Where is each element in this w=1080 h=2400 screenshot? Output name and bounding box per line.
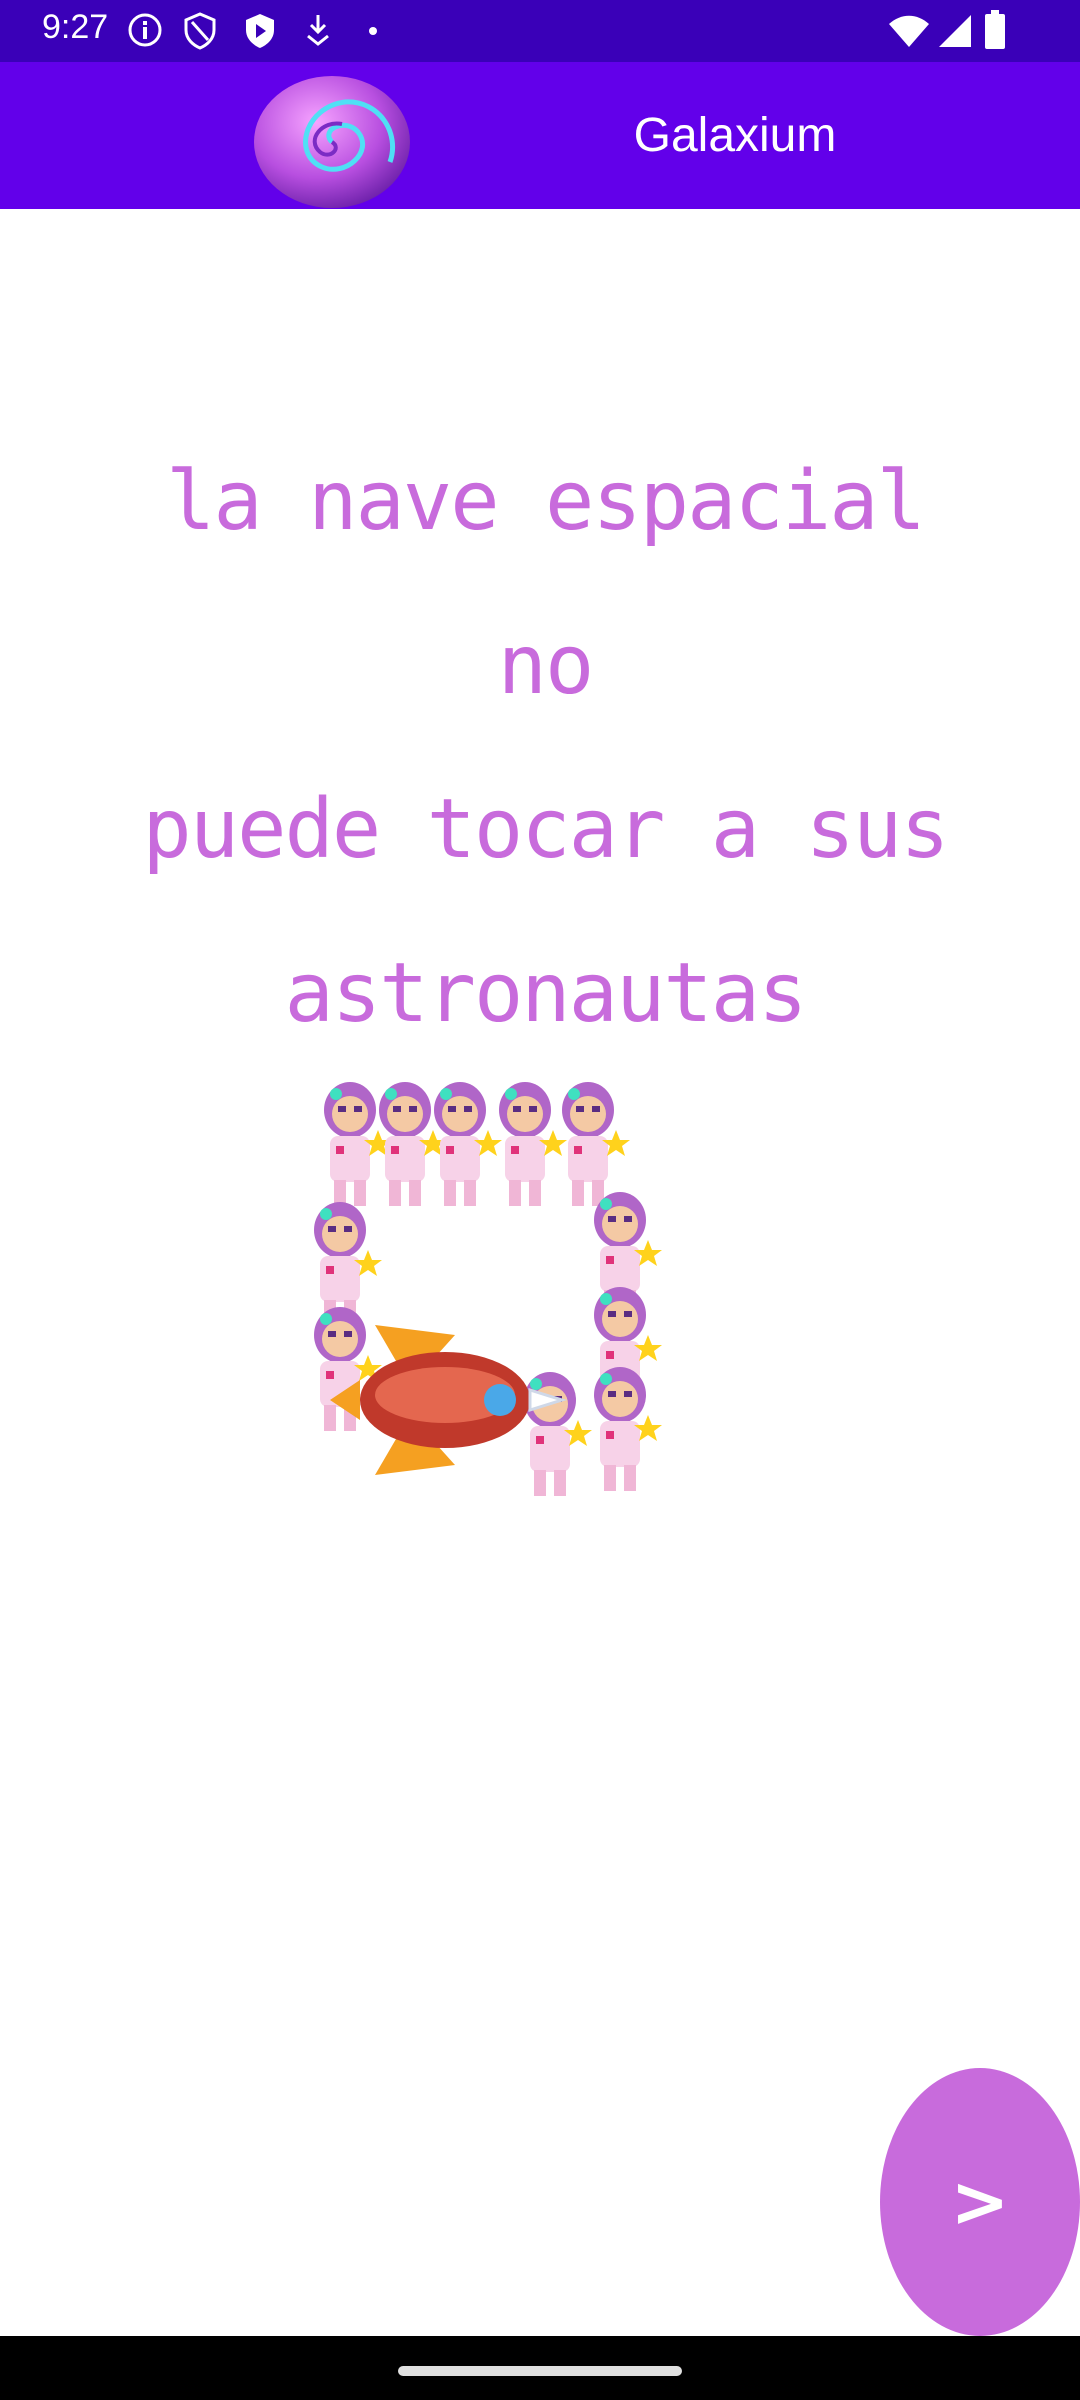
wifi-icon: [889, 15, 929, 47]
dot-icon: [369, 27, 377, 35]
astronauts-illustration: [314, 1082, 662, 1496]
play-shield-icon: [246, 14, 274, 48]
app-title: Galaxium: [633, 109, 837, 162]
instruction-line: puede tocar a sus: [142, 782, 949, 877]
signal-icon: [939, 15, 971, 47]
status-time: 9:27: [42, 8, 109, 46]
home-gesture-handle[interactable]: [398, 2366, 682, 2376]
app-bar: Galaxium: [0, 62, 1080, 209]
info-icon: [128, 13, 162, 47]
instruction-line: la nave espacial no: [166, 454, 926, 713]
battery-icon: [985, 10, 1005, 49]
spaceship-icon: [330, 1325, 568, 1475]
next-button[interactable]: >: [880, 2068, 1080, 2336]
shield-icon: [184, 12, 216, 50]
instruction-text: la nave espacial no puede tocar a sus as…: [120, 420, 970, 1076]
galaxy-planet-logo-icon: [254, 76, 410, 208]
status-bar: 9:27: [0, 0, 1080, 62]
download-icon: [307, 15, 329, 46]
